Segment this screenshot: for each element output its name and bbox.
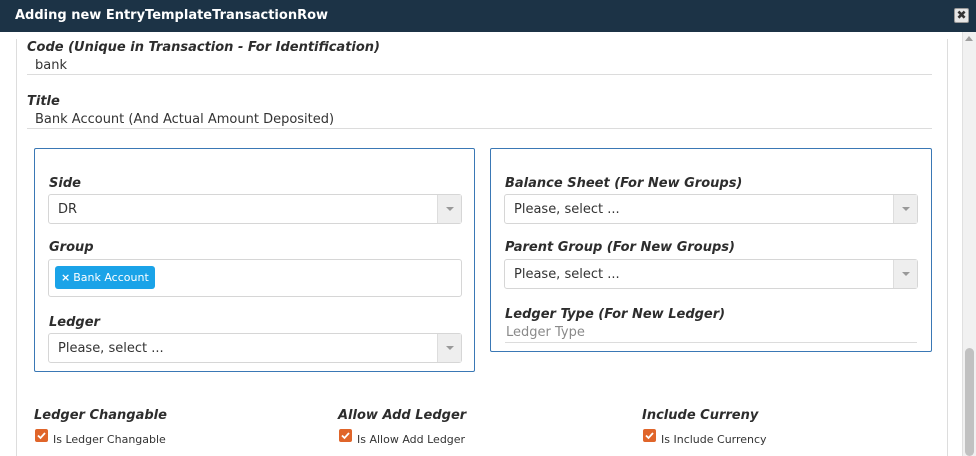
ledger-dropdown-arrow[interactable] bbox=[437, 334, 461, 362]
dialog-titlebar: Adding new EntryTemplateTransactionRow ✖ bbox=[0, 0, 976, 32]
checkmark-icon bbox=[645, 432, 654, 440]
chevron-down-icon bbox=[446, 346, 454, 350]
ledger-changable-checkbox-label[interactable]: Is Ledger Changable bbox=[53, 433, 166, 446]
group-tag-label: Bank Account bbox=[73, 271, 149, 284]
ledger-changable-label: Ledger Changable bbox=[34, 408, 167, 423]
title-label: Title bbox=[27, 94, 60, 109]
ledger-select[interactable]: Please, select ... bbox=[48, 333, 462, 363]
balance-sheet-label: Balance Sheet (For New Groups) bbox=[505, 176, 743, 191]
scroll-up-arrow-icon[interactable] bbox=[965, 36, 973, 41]
checkmark-icon bbox=[37, 432, 46, 440]
code-input[interactable]: bank bbox=[35, 58, 67, 73]
tag-remove-icon[interactable]: × bbox=[61, 271, 70, 284]
new-groups-box: Balance Sheet (For New Groups) Please, s… bbox=[490, 148, 932, 352]
checkmark-icon bbox=[341, 432, 350, 440]
code-underline bbox=[27, 74, 932, 75]
ledger-type-underline bbox=[505, 342, 917, 343]
allow-add-ledger-checkbox[interactable] bbox=[339, 429, 352, 442]
side-select[interactable]: DR bbox=[48, 194, 462, 224]
ledger-changable-checkbox[interactable] bbox=[35, 429, 48, 442]
balance-sheet-dropdown-arrow[interactable] bbox=[893, 195, 917, 223]
dialog-title: Adding new EntryTemplateTransactionRow bbox=[15, 8, 329, 23]
chevron-down-icon bbox=[446, 207, 454, 211]
balance-sheet-select[interactable]: Please, select ... bbox=[504, 194, 918, 224]
chevron-down-icon bbox=[902, 207, 910, 211]
chevron-down-icon bbox=[902, 272, 910, 276]
parent-group-selected-value: Please, select ... bbox=[514, 267, 620, 282]
ledger-type-input[interactable]: Ledger Type bbox=[506, 325, 585, 340]
include-currency-checkbox-label[interactable]: Is Include Currency bbox=[661, 433, 767, 446]
parent-group-dropdown-arrow[interactable] bbox=[893, 260, 917, 288]
dialog-content: Code (Unique in Transaction - For Identi… bbox=[0, 32, 976, 456]
include-currency-label: Include Curreny bbox=[642, 408, 759, 423]
ledger-type-label: Ledger Type (For New Ledger) bbox=[505, 307, 726, 322]
group-tag: × Bank Account bbox=[55, 266, 155, 289]
ledger-settings-box: Side DR Group × Bank Account Ledger Pleas… bbox=[34, 148, 475, 372]
allow-add-ledger-label: Allow Add Ledger bbox=[338, 408, 467, 423]
include-currency-checkbox[interactable] bbox=[643, 429, 656, 442]
allow-add-ledger-checkbox-label[interactable]: Is Allow Add Ledger bbox=[357, 433, 465, 446]
balance-sheet-selected-value: Please, select ... bbox=[514, 202, 620, 217]
side-dropdown-arrow[interactable] bbox=[437, 195, 461, 223]
title-underline bbox=[27, 128, 932, 129]
code-label: Code (Unique in Transaction - For Identi… bbox=[27, 40, 380, 55]
group-label: Group bbox=[49, 240, 94, 255]
parent-group-label: Parent Group (For New Groups) bbox=[505, 240, 735, 255]
ledger-label: Ledger bbox=[49, 315, 100, 330]
title-input[interactable]: Bank Account (And Actual Amount Deposite… bbox=[35, 112, 334, 127]
ledger-selected-value: Please, select ... bbox=[58, 341, 164, 356]
close-button[interactable]: ✖ bbox=[954, 8, 969, 23]
side-label: Side bbox=[49, 176, 81, 191]
group-multiselect[interactable]: × Bank Account bbox=[48, 259, 462, 297]
scrollbar-thumb[interactable] bbox=[965, 348, 974, 456]
side-selected-value: DR bbox=[58, 202, 78, 217]
parent-group-select[interactable]: Please, select ... bbox=[504, 259, 918, 289]
